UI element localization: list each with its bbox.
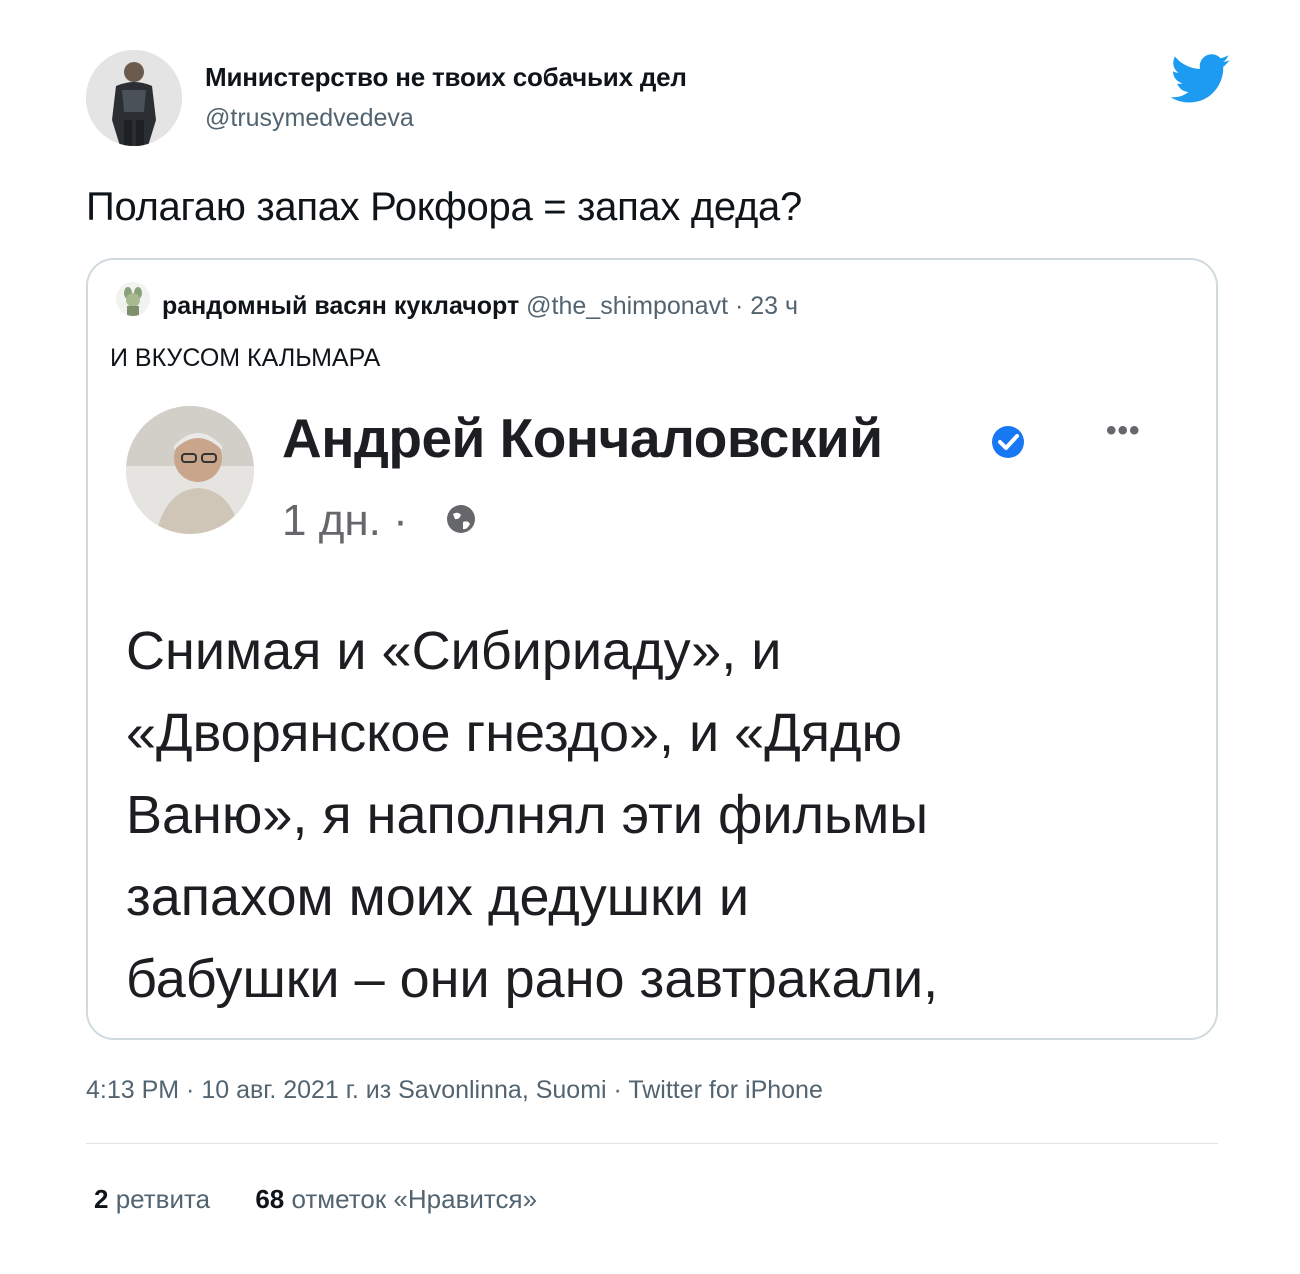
post-line: пили кофе, к кофе были сдобные <box>126 1020 1206 1038</box>
retweets-count: 2 <box>94 1184 109 1214</box>
quoted-author-handle[interactable]: @the_shimponavt <box>526 292 728 320</box>
quoted-separator: · <box>735 292 744 320</box>
retweets-stat[interactable]: 2 ретвита <box>94 1184 210 1215</box>
quoted-media-image[interactable]: Андрей Кончаловский ••• 1 дн. · Снимая и… <box>88 388 1216 1038</box>
retweets-label: ретвита <box>115 1184 211 1214</box>
author-name[interactable]: Министерство не твоих собачьих дел <box>205 62 687 93</box>
globe-icon <box>444 502 478 536</box>
quoted-tweet[interactable]: рандомный васян куклачорт @the_shimponav… <box>86 258 1218 1040</box>
post-line: Снимая и «Сибириаду», и <box>126 621 782 681</box>
post-line: бабушки – они рано завтракали, <box>126 949 939 1009</box>
quoted-avatar[interactable] <box>116 282 150 316</box>
more-options-icon: ••• <box>1106 414 1141 447</box>
post-time: 1 дн. · <box>282 496 408 545</box>
likes-label: отметок «Нравится» <box>291 1184 538 1214</box>
cartoon-avatar-icon <box>116 282 150 316</box>
tweet-card: Министерство не твоих собачьих дел @trus… <box>0 0 1300 1274</box>
author-avatar[interactable] <box>86 50 182 146</box>
post-body: Снимая и «Сибириаду», и «Дворянское гнез… <box>126 610 1206 1038</box>
quoted-text: И ВКУСОМ КАЛЬМАРА <box>110 344 381 372</box>
divider <box>86 1143 1218 1144</box>
post-author-name: Андрей Кончаловский <box>282 407 883 469</box>
post-line: Ваню», я наполнял эти фильмы <box>126 785 929 845</box>
twitter-bird-icon[interactable] <box>1170 54 1232 104</box>
person-photo-icon <box>126 406 254 534</box>
tweet-timestamp-source[interactable]: 4:13 PM · 10 авг. 2021 г. из Savonlinna,… <box>86 1076 823 1105</box>
user-avatar-icon <box>86 50 182 146</box>
author-handle[interactable]: @trusymedvedeva <box>205 104 414 133</box>
post-author-avatar <box>126 406 254 534</box>
verified-badge-icon <box>990 424 1026 460</box>
post-line: запахом моих дедушки и <box>126 867 750 927</box>
likes-count: 68 <box>255 1184 285 1214</box>
post-line: «Дворянское гнездо», и «Дядю <box>126 703 903 763</box>
quoted-author-name[interactable]: рандомный васян куклачорт <box>162 292 519 320</box>
likes-stat[interactable]: 68 отметок «Нравится» <box>255 1184 537 1215</box>
quoted-age[interactable]: 23 ч <box>750 292 798 320</box>
tweet-text: Полагаю запах Рокфора = запах деда? <box>86 185 802 229</box>
quoted-header: рандомный васян куклачорт @the_shimponav… <box>162 292 798 321</box>
engagement-stats: 2 ретвита 68 отметок «Нравится» <box>94 1184 575 1215</box>
